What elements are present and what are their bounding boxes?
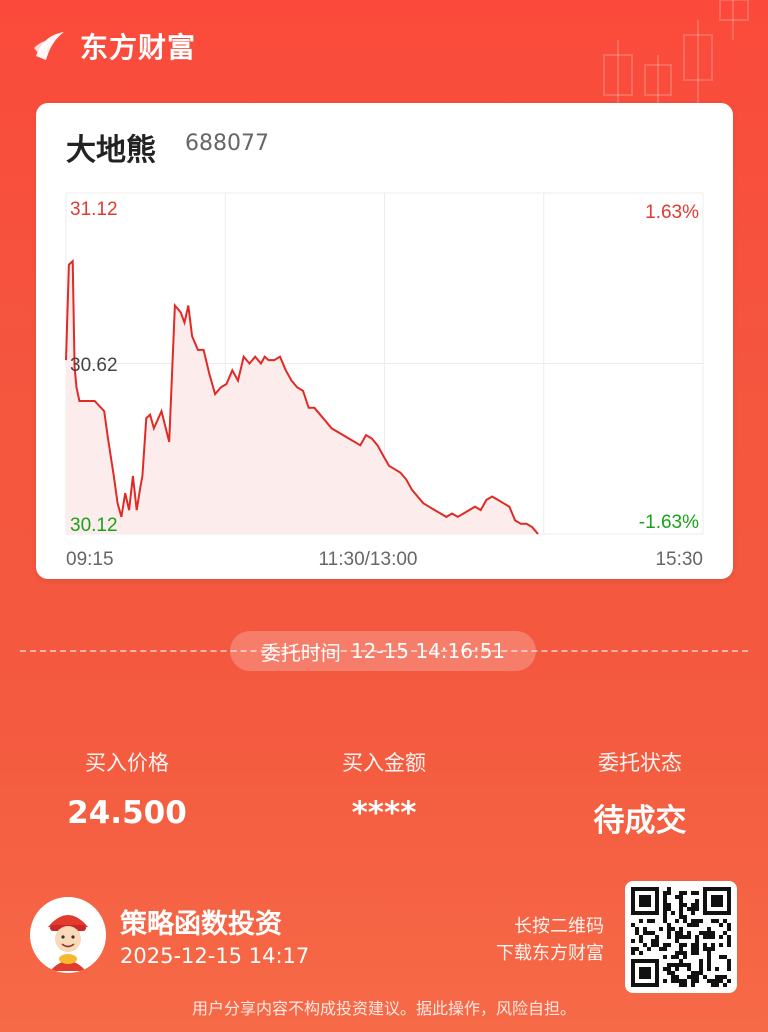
- price-low-label: 30.12: [70, 515, 118, 536]
- qr-code-icon[interactable]: [625, 881, 737, 993]
- pct-high-label: 1.63%: [645, 202, 699, 223]
- qr-hint-line1: 长按二维码: [514, 916, 604, 937]
- intraday-line-chart: 31.12 30.62 30.12 1.63% -1.63% 09:15 11:…: [65, 192, 704, 570]
- share-timestamp: 2025-12-15 14:17: [120, 944, 310, 968]
- buy-price-block: 买入价格 24.500: [27, 747, 227, 831]
- qr-hint-line2: 下载东方财富: [496, 943, 604, 964]
- price-high-label: 31.12: [70, 199, 118, 220]
- god-of-wealth-avatar-icon: [30, 897, 106, 973]
- order-time-value: 12-15 14:16:51: [350, 639, 506, 663]
- brand-name: 东方财富: [80, 31, 197, 64]
- qr-hint: 长按二维码 下载东方财富: [496, 913, 604, 967]
- order-status-block: 委托状态 待成交: [540, 747, 740, 840]
- buy-amount-label: 买入金额: [342, 751, 426, 775]
- order-status-value: 待成交: [593, 803, 687, 839]
- order-time-pill: 委托时间 12-15 14:16:51: [230, 631, 536, 671]
- buy-price-label: 买入价格: [85, 751, 169, 775]
- stock-chart-card[interactable]: 大地熊 688077 31.12 30.62 30.12 1.63% -1.63…: [36, 103, 733, 579]
- order-time-label: 委托时间: [260, 640, 341, 665]
- pct-low-label: -1.63%: [639, 512, 699, 533]
- strategy-title: 策略函数投资: [120, 909, 282, 940]
- time-end-label: 15:30: [655, 549, 703, 570]
- price-mid-label: 30.62: [70, 355, 118, 376]
- time-mid-label: 11:30/13:00: [319, 549, 418, 570]
- order-status-label: 委托状态: [598, 751, 682, 775]
- eastmoney-logo-icon: [34, 32, 64, 60]
- buy-amount-value: ****: [351, 795, 417, 831]
- buy-price-value: 24.500: [67, 795, 187, 831]
- buy-amount-block: 买入金额 ****: [284, 747, 484, 831]
- price-area-fill: [66, 261, 538, 534]
- time-start-label: 09:15: [66, 549, 114, 570]
- disclaimer-text: 用户分享内容不构成投资建议。据此操作，风险自担。: [191, 999, 576, 1018]
- brand-logo: 东方财富: [30, 26, 196, 66]
- background-candlestick-decoration: [603, 0, 749, 110]
